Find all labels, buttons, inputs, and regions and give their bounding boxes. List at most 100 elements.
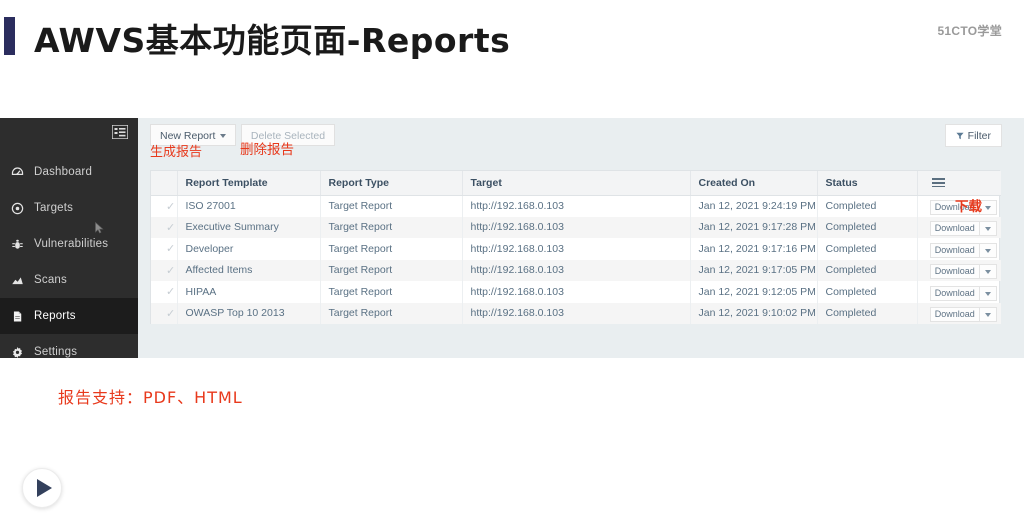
page-title: AWVS基本功能页面-Reports [34,21,511,60]
row-checkbox[interactable]: ✓ [151,259,178,281]
download-button[interactable]: Download [929,242,980,258]
chevron-down-icon[interactable] [980,200,997,215]
sidebar-item-reports[interactable]: Reports [0,298,138,334]
column-header-created-on[interactable]: Created On [690,171,818,196]
cell-report-template: Affected Items [177,259,321,281]
cell-created-on: Jan 12, 2021 9:24:19 PM [690,195,818,217]
play-button[interactable] [22,468,62,508]
target-icon [0,202,34,215]
check-icon: ✓ [166,286,176,299]
cell-status: Completed [817,195,918,217]
chevron-down-icon[interactable] [980,285,997,301]
hamburger-menu-icon[interactable] [926,178,1002,188]
cell-report-template: Developer [177,238,321,260]
cell-target: http://192.168.0.103 [462,195,691,217]
sidebar-item-label: Reports [34,310,76,322]
sidebar-item-dashboard[interactable]: Dashboard [0,154,138,190]
cell-download: Download [917,281,1001,303]
title-accent-bar [4,17,15,55]
sidebar-item-settings[interactable]: Settings [0,334,138,370]
cell-created-on: Jan 12, 2021 9:17:16 PM [690,238,818,260]
row-checkbox[interactable]: ✓ [151,195,178,217]
table-body: ✓ ISO 27001 Target Report http://192.168.0.… [151,195,1001,324]
download-split-button: Download [929,264,997,280]
dashboard-icon [0,166,34,179]
row-checkbox[interactable]: ✓ [151,281,178,303]
sidebar: Dashboard Targets Vulnerabilities Scans … [0,118,138,358]
annotation-new-report: 生成报告 [150,145,203,160]
check-icon: ✓ [166,200,176,213]
sidebar-item-label: Settings [34,346,78,358]
table-row[interactable]: ✓ Developer Target Report http://192.168.0.… [151,238,1001,260]
download-button[interactable]: Download [929,264,980,280]
cell-status: Completed [817,259,918,281]
row-checkbox[interactable]: ✓ [151,216,178,238]
collapse-menu-icon[interactable] [111,124,129,140]
cell-status: Completed [817,302,918,324]
cell-status: Completed [817,238,918,260]
table-header-row: Report Template Report Type Target Creat… [151,171,1002,196]
cell-created-on: Jan 12, 2021 9:17:05 PM [690,259,818,281]
table-row[interactable]: ✓ HIPAA Target Report http://192.168.0.103 J… [151,281,1001,303]
table-row[interactable]: ✓ Executive Summary Target Report http://19… [151,216,1001,239]
column-header-target[interactable]: Target [462,171,691,196]
filter-button[interactable]: Filter [944,124,1002,147]
gear-icon [0,346,34,359]
download-split-button: Download [929,285,997,301]
sidebar-item-label: Dashboard [34,166,93,178]
cell-target: http://192.168.0.103 [462,259,691,281]
annotation-bottom-note: 报告支持：PDF、HTML [58,388,243,407]
filter-label: Filter [967,130,991,142]
sidebar-item-label: Scans [34,274,67,286]
funnel-icon [956,126,964,140]
slide-root: AWVS基本功能页面-Reports 51CTO学堂 Dashboard Tar… [0,0,1024,530]
cell-download: Download [917,238,1001,260]
annotation-delete-selected: 删除报告 [240,142,294,158]
table-row[interactable]: ✓ ISO 27001 Target Report http://192.168.0.… [151,195,1001,217]
chevron-down-icon [220,134,227,139]
column-header-actions [917,171,1002,196]
table-row[interactable]: ✓ OWASP Top 10 2013 Target Report http://19… [151,302,1001,324]
cell-status: Completed [817,281,918,303]
sidebar-item-targets[interactable]: Targets [0,190,138,226]
cell-report-template: OWASP Top 10 2013 [177,302,321,324]
annotation-download: 下载 [955,199,982,215]
row-checkbox[interactable]: ✓ [151,238,178,260]
column-header-report-type[interactable]: Report Type [320,171,463,196]
cell-report-template: HIPAA [177,281,321,303]
column-header-report-template[interactable]: Report Template [177,171,321,196]
sidebar-item-scans[interactable]: Scans [0,262,138,298]
check-icon: ✓ [166,264,176,277]
chart-icon [0,274,34,287]
cell-created-on: Jan 12, 2021 9:10:02 PM [690,302,818,324]
chevron-down-icon[interactable] [980,264,997,280]
watermark: 51CTO学堂 [937,24,1002,38]
cell-report-type: Target Report [320,281,463,303]
sidebar-nav: Dashboard Targets Vulnerabilities Scans … [0,154,138,370]
chevron-down-icon[interactable] [980,307,997,323]
download-split-button: Download [929,221,997,237]
chevron-down-icon[interactable] [980,242,997,258]
check-icon: ✓ [166,307,176,320]
cell-report-type: Target Report [320,259,463,281]
bug-icon [0,238,34,251]
sidebar-item-vulnerabilities[interactable]: Vulnerabilities [0,226,138,262]
cell-target: http://192.168.0.103 [462,238,691,260]
cell-download: Download [917,260,1001,282]
select-all-header[interactable] [151,171,178,196]
download-button[interactable]: Download [929,285,980,301]
cell-download: Download [917,217,1001,239]
download-split-button: Download [929,242,997,258]
column-header-status[interactable]: Status [817,171,918,196]
table-row[interactable]: ✓ Affected Items Target Report http://192.1… [151,259,1001,282]
download-button[interactable]: Download [929,221,980,237]
download-button[interactable]: Download [929,307,980,323]
check-icon: ✓ [166,221,176,234]
check-icon: ✓ [166,243,176,256]
cell-report-type: Target Report [320,302,463,324]
reports-table: Report Template Report Type Target Creat… [150,170,1002,324]
chevron-down-icon[interactable] [980,221,997,237]
row-checkbox[interactable]: ✓ [151,302,178,324]
cell-target: http://192.168.0.103 [462,216,691,238]
cell-created-on: Jan 12, 2021 9:17:28 PM [690,216,818,238]
